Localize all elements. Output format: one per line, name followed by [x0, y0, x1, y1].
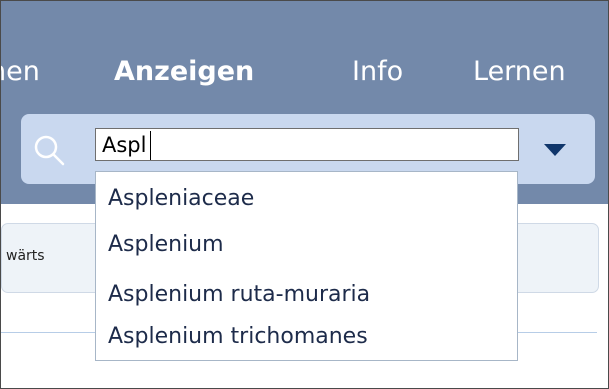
suggestion-item[interactable]: Aspleniaceae: [108, 184, 254, 214]
suggestion-item[interactable]: Asplenium ruta-muraria: [108, 280, 370, 310]
chevron-down-icon[interactable]: [534, 134, 574, 164]
search-icon[interactable]: [33, 134, 67, 168]
suggestion-item[interactable]: Asplenium trichomanes: [108, 322, 368, 352]
text-cursor: [150, 131, 151, 160]
search-input[interactable]: [95, 128, 519, 161]
main-nav: nen Anzeigen Info Lernen: [1, 53, 608, 93]
nav-item-lernen[interactable]: Lernen: [473, 53, 566, 91]
autocomplete-dropdown: Aspleniaceae Asplenium Asplenium ruta-mu…: [95, 171, 518, 361]
nav-item-partial[interactable]: nen: [1, 53, 40, 91]
nav-item-anzeigen[interactable]: Anzeigen: [114, 53, 254, 91]
nav-item-info[interactable]: Info: [352, 53, 403, 91]
app-window: nen Anzeigen Info Lernen wärts Aspleniac…: [0, 0, 609, 389]
toolbar-label[interactable]: wärts: [6, 248, 45, 264]
suggestion-item[interactable]: Asplenium: [108, 230, 224, 260]
